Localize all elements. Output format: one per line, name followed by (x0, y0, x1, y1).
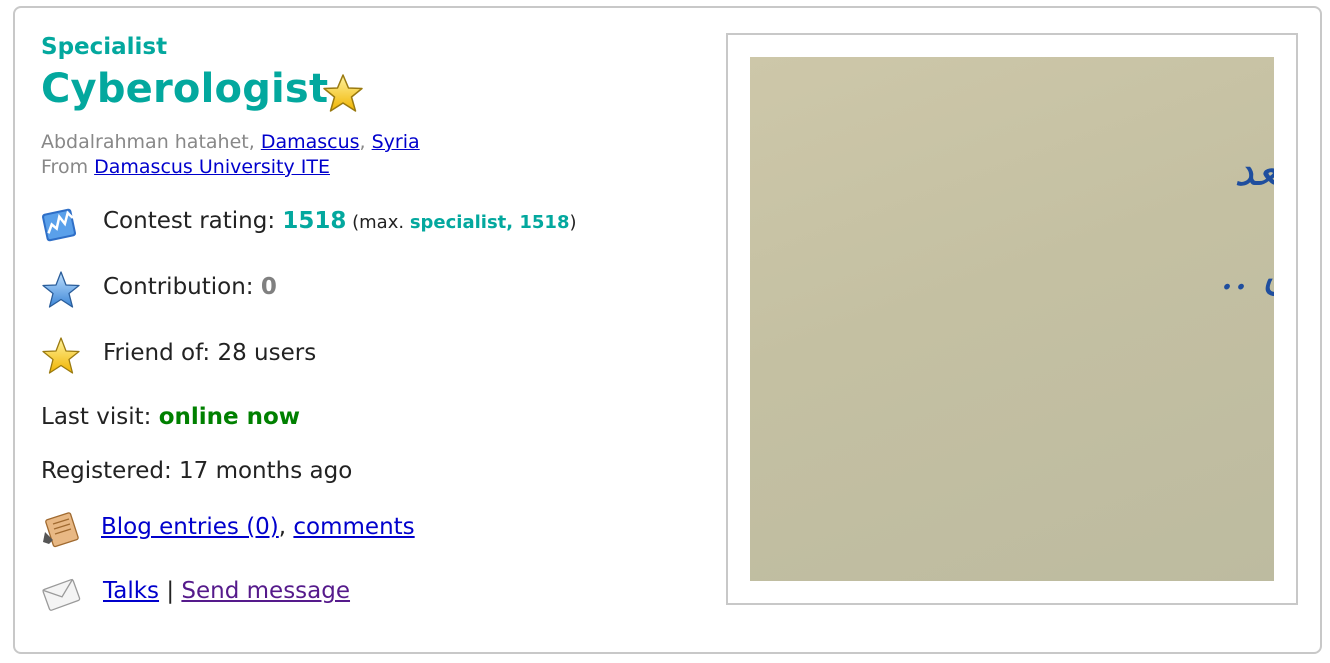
send-message-link[interactable]: Send message (181, 578, 350, 604)
profile-card: Specialist Cyberologist Abdalrahman hata… (13, 6, 1330, 654)
rating-value: 1518 (282, 208, 347, 234)
contribution-value: 0 (260, 274, 277, 300)
talks-link[interactable]: Talks (103, 578, 159, 604)
contribution: Contribution: 0 (103, 274, 277, 300)
organization-line: From Damascus University ITE (41, 156, 330, 178)
rank-label: Specialist (41, 34, 168, 60)
registered: Registered: 17 months ago (41, 458, 353, 484)
contest-rating: Contest rating: 1518 (max. specialist, 1… (103, 208, 577, 234)
star-icon[interactable] (321, 72, 365, 116)
blog-entries-link[interactable]: Blog entries (0) (101, 514, 279, 540)
max-rating: specialist, 1518 (409, 212, 570, 233)
contribution-star-icon (42, 271, 80, 308)
blog-links: Blog entries (0), comments (101, 514, 415, 540)
avatar-frame: لم تكن النهاية بعد لا تستسلم الآن .. (726, 33, 1330, 605)
online-status: online now (158, 404, 301, 430)
country-link[interactable]: Syria (372, 131, 420, 153)
user-name-location: Abdalrahman hatahet, Damascus, Syria (41, 131, 420, 153)
note-line-1: لم تكن النهاية بعد (1234, 145, 1274, 196)
from-label: From (41, 156, 95, 178)
rating-chart-icon (41, 208, 77, 242)
full-name: Abdalrahman hatahet, (41, 131, 261, 153)
handwriting-note: لم تكن النهاية بعد لا تستسلم الآن .. (1220, 145, 1330, 300)
note-line-2: لا تستسلم الآن .. (1220, 249, 1274, 300)
avatar-photo[interactable]: لم تكن النهاية بعد لا تستسلم الآن .. (750, 57, 1330, 581)
envelope-icon (42, 578, 81, 611)
city-link[interactable]: Damascus (261, 131, 360, 153)
friend-star-icon (42, 337, 80, 374)
friend-of: Friend of: 28 users (103, 340, 317, 366)
organization-link[interactable]: Damascus University ITE (94, 156, 330, 178)
blog-icon (43, 512, 79, 548)
last-visit: Last visit: online now (41, 404, 301, 430)
comments-link[interactable]: comments (293, 514, 414, 540)
message-links: Talks | Send message (103, 578, 351, 604)
user-handle: Cyberologist (41, 66, 329, 112)
